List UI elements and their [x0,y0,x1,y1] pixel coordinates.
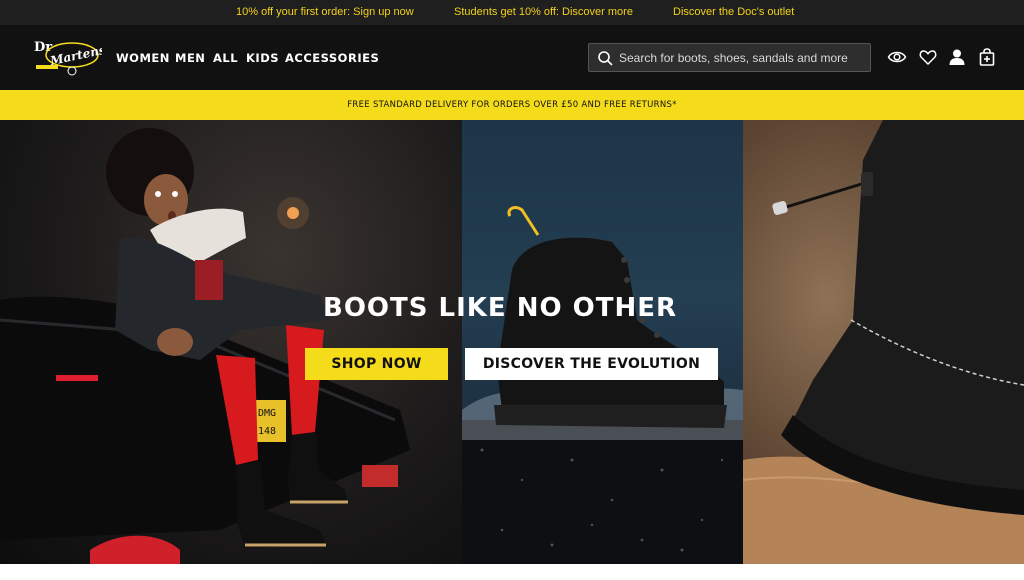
search-input[interactable] [619,50,859,65]
hero-image-model[interactable]: DMG 148 [0,120,462,564]
hero-image-boot-splash-art [462,206,743,564]
heart-icon[interactable] [918,47,938,67]
promo-first-order-link[interactable]: 10% off your first order: Sign up now [236,6,414,18]
nav-all[interactable]: ALL [213,51,238,65]
hero-image-boot-sand-art [743,120,1024,564]
discover-evolution-button[interactable]: DISCOVER THE EVOLUTION [465,348,718,380]
nav-men[interactable]: MEN [175,51,205,65]
promo-students-link[interactable]: Students get 10% off: Discover more [454,6,633,18]
bag-icon[interactable] [977,47,997,67]
hero-image-model-art: DMG 148 [0,128,410,564]
eye-icon[interactable] [887,47,907,67]
hero-section: DMG 148 BOOTS LIKE NO OTHER SHOP NOW DIS… [0,120,1024,564]
shop-now-button[interactable]: SHOP NOW [305,348,448,380]
user-icon[interactable] [947,47,967,67]
promo-bar: 10% off your first order: Sign up now St… [0,0,1024,25]
promo-outlet-link[interactable]: Discover the Doc's outlet [673,6,794,18]
site-header: Dr Martens WOMEN MEN ALL KIDS ACCESSORIE… [0,25,1024,90]
delivery-banner-text: FREE STANDARD DELIVERY FOR ORDERS OVER £… [347,100,677,110]
search-icon[interactable] [597,50,613,66]
svg-text:DMG: DMG [258,408,276,419]
nav-accessories[interactable]: ACCESSORIES [285,51,379,65]
hero-image-boot-sand[interactable] [743,120,1024,564]
brand-logo[interactable]: Dr Martens [32,37,102,77]
search-box[interactable] [588,43,871,72]
hero-title: BOOTS LIKE NO OTHER [323,293,678,323]
svg-text:148: 148 [258,426,276,437]
hero-image-boot-splash[interactable] [462,120,743,564]
nav-kids[interactable]: KIDS [246,51,279,65]
svg-text:Dr: Dr [34,40,52,55]
nav-women[interactable]: WOMEN [116,51,170,65]
delivery-banner[interactable]: FREE STANDARD DELIVERY FOR ORDERS OVER £… [0,90,1024,120]
page-bottom-strip [0,564,1024,580]
svg-text:Martens: Martens [48,43,102,69]
